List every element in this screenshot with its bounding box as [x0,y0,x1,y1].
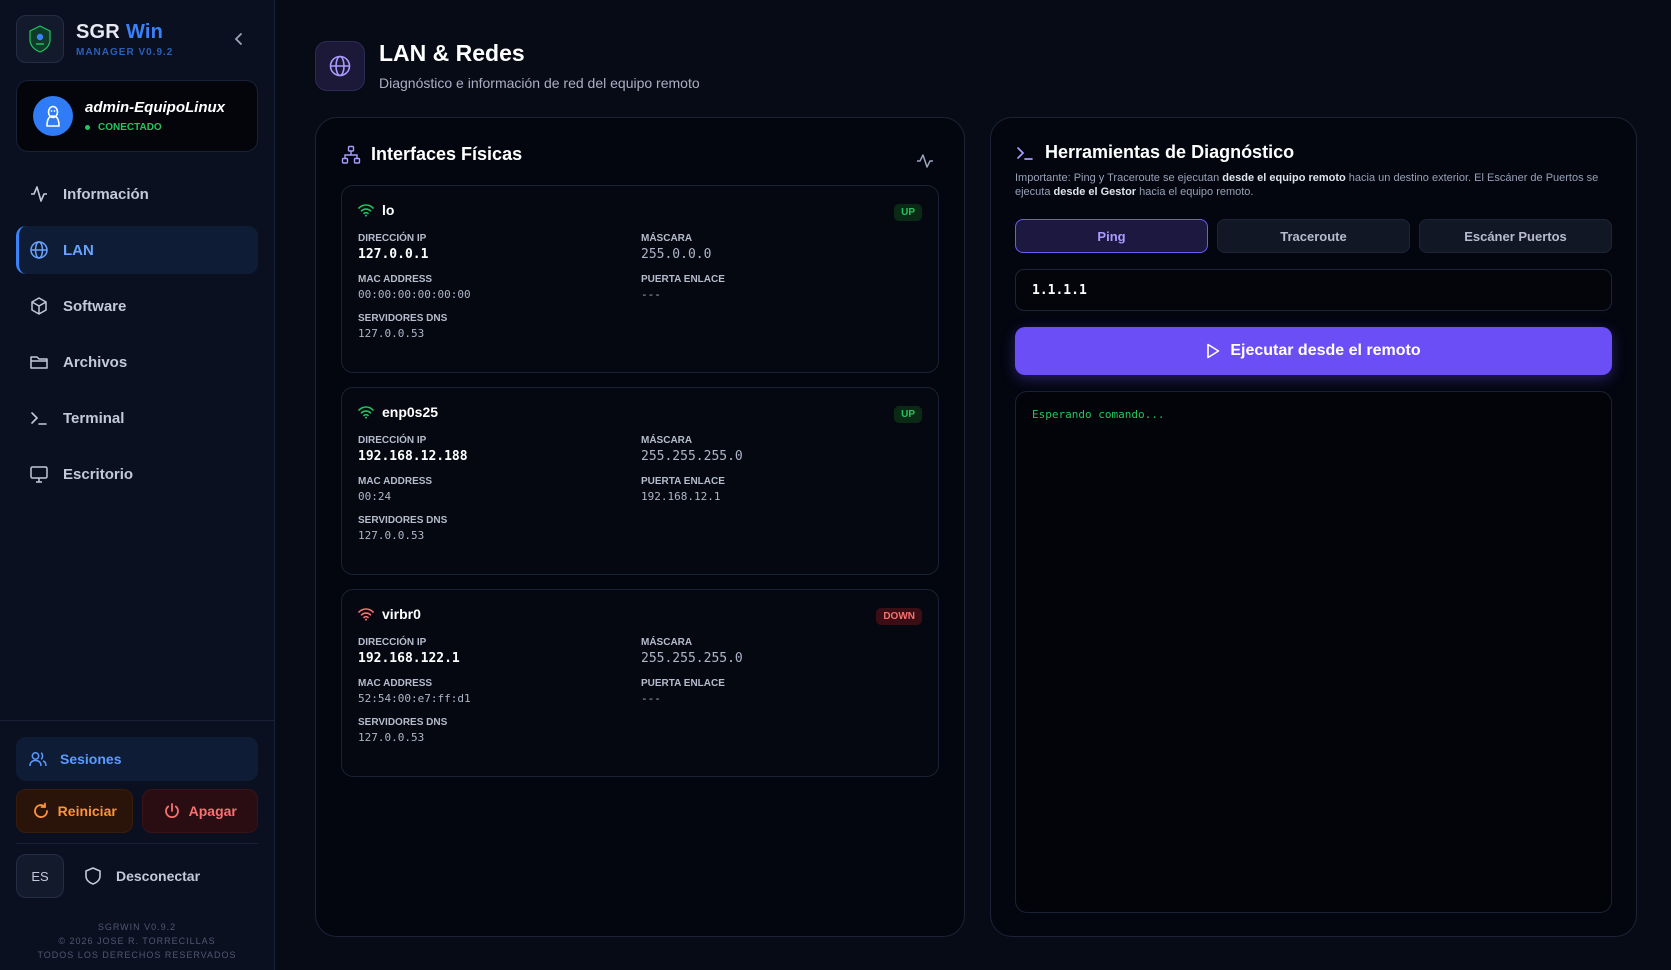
field-label: MAC ADDRESS [358,274,433,285]
package-icon [31,297,47,315]
field-label: SERVIDORES DNS [358,313,448,324]
status-badge: UP [894,406,922,423]
interfaces-title: Interfaces Físicas [341,144,939,165]
gateway-value: --- [641,288,661,301]
wifi-icon [358,204,374,217]
field-label: MAC ADDRESS [358,476,433,487]
brand-name: SGR Win [76,20,164,43]
interface-card-lo: lo UP DIRECCIÓN IP 127.0.0.1 MÁSCARA 255.0… [341,185,939,373]
user-name: admin-EquipoLinux [85,99,225,116]
field-label: PUERTA ENLACE [641,678,725,689]
field-label: MÁSCARA [641,233,693,244]
status-badge: UP [894,204,922,221]
tab-ping[interactable]: Ping [1015,219,1208,253]
page-subtitle: Diagnóstico e información de red del equ… [379,75,700,91]
user-card: admin-EquipoLinux CONECTADO [16,80,258,152]
field-label: SERVIDORES DNS [358,515,448,526]
play-icon [1207,343,1220,359]
ip-value: 192.168.12.188 [358,449,468,464]
nav-item-escritorio[interactable]: Escritorio [16,450,258,498]
sessions-button[interactable]: Sesiones [16,737,258,781]
shutdown-button[interactable]: Apagar [141,789,258,833]
field-label: DIRECCIÓN IP [358,233,427,244]
network-icon [341,145,361,164]
interface-card-enp0s25: enp0s25 UP DIRECCIÓN IP 192.168.12.188 MÁ… [341,387,939,575]
restart-button[interactable]: Reiniciar [16,789,133,833]
main-content: LAN & Redes Diagnóstico e información de… [275,0,1671,970]
mask-value: 255.255.255.0 [641,651,743,666]
wifi-icon [358,406,374,419]
diagnostics-title: Herramientas de Diagnóstico [1015,142,1612,163]
power-icon [164,803,179,818]
users-icon [29,752,47,767]
divider [16,843,258,844]
connection-status: CONECTADO [85,122,225,133]
linux-icon [33,96,73,136]
restart-icon [33,802,48,818]
copyright-footer: SGRWIN V0.9.2 © 2026 JOSE R. TORRECILLAS… [37,922,237,960]
field-label: SERVIDORES DNS [358,717,448,728]
dns-value: 127.0.0.53 [358,529,425,542]
status-badge: DOWN [876,608,922,625]
page-title: LAN & Redes [379,40,525,66]
interface-name: virbr0 [382,606,421,622]
field-label: PUERTA ENLACE [641,476,725,487]
mac-value: 52:54:00:e7:ff:d1 [358,692,471,705]
folder-icon [30,356,48,369]
terminal-icon [31,412,47,425]
language-selector[interactable]: ES [16,854,64,898]
field-label: MAC ADDRESS [358,678,433,689]
sidebar: SGR Win MANAGER V0.9.2 admin-EquipoLinux … [0,0,275,970]
interface-name: lo [382,202,395,218]
gateway-value: 192.168.12.1 [641,490,721,503]
diagnostics-panel: Herramientas de Diagnóstico Importante: … [990,117,1637,937]
disconnect-button[interactable]: Desconectar [84,866,200,886]
field-label: MÁSCARA [641,637,693,648]
mask-value: 255.0.0.0 [641,247,712,262]
tab-traceroute[interactable]: Traceroute [1217,219,1410,253]
globe-icon [315,40,365,91]
nav-item-archivos[interactable]: Archivos [16,338,258,386]
field-label: DIRECCIÓN IP [358,637,427,648]
brand: SGR Win MANAGER V0.9.2 [16,14,258,64]
tab-port-scanner[interactable]: Escáner Puertos [1419,219,1612,253]
main-nav: Información LAN Software Archivos Termin… [16,170,258,498]
terminal-icon [1017,146,1033,160]
interface-name: enp0s25 [382,404,439,420]
page-header: LAN & Redes Diagnóstico e información de… [315,40,1637,91]
app-logo [16,15,64,63]
brand-version: MANAGER V0.9.2 [76,46,174,58]
nav-item-software[interactable]: Software [16,282,258,330]
ip-value: 127.0.0.1 [358,247,429,262]
field-label: PUERTA ENLACE [641,274,725,285]
target-input[interactable]: 1.1.1.1 [1015,269,1612,311]
chevron-left-icon[interactable] [230,30,248,48]
nav-item-terminal[interactable]: Terminal [16,394,258,442]
output-console: Esperando comando... [1015,391,1612,913]
shield-icon [85,867,101,885]
ip-value: 192.168.122.1 [358,651,460,666]
field-label: DIRECCIÓN IP [358,435,427,446]
monitor-icon [30,466,48,483]
status-dot-icon [85,125,90,130]
mac-value: 00:24 [358,490,392,503]
wifi-icon [358,608,374,621]
dns-value: 127.0.0.53 [358,327,425,340]
nav-item-lan[interactable]: LAN [16,226,258,274]
interfaces-panel: Interfaces Físicas lo UP DIRECCIÓN IP 127… [315,117,965,937]
run-remote-button[interactable]: Ejecutar desde el remoto [1015,327,1612,375]
interface-card-virbr0: virbr0 DOWN DIRECCIÓN IP 192.168.122.1 MÁ… [341,589,939,777]
field-label: MÁSCARA [641,435,693,446]
nav-item-informacion[interactable]: Información [16,170,258,218]
globe-icon [30,241,48,259]
activity-icon[interactable] [916,152,934,170]
sidebar-footer-actions: Sesiones Reiniciar Apagar ES Desconectar [0,720,274,914]
mac-value: 00:00:00:00:00:00 [358,288,471,301]
diagnostics-description: Importante: Ping y Traceroute se ejecuta… [1015,172,1599,198]
tool-tabs: Ping Traceroute Escáner Puertos [1015,219,1612,253]
activity-icon [31,186,47,202]
dns-value: 127.0.0.53 [358,731,425,744]
gateway-value: --- [641,692,661,705]
mask-value: 255.255.255.0 [641,449,743,464]
